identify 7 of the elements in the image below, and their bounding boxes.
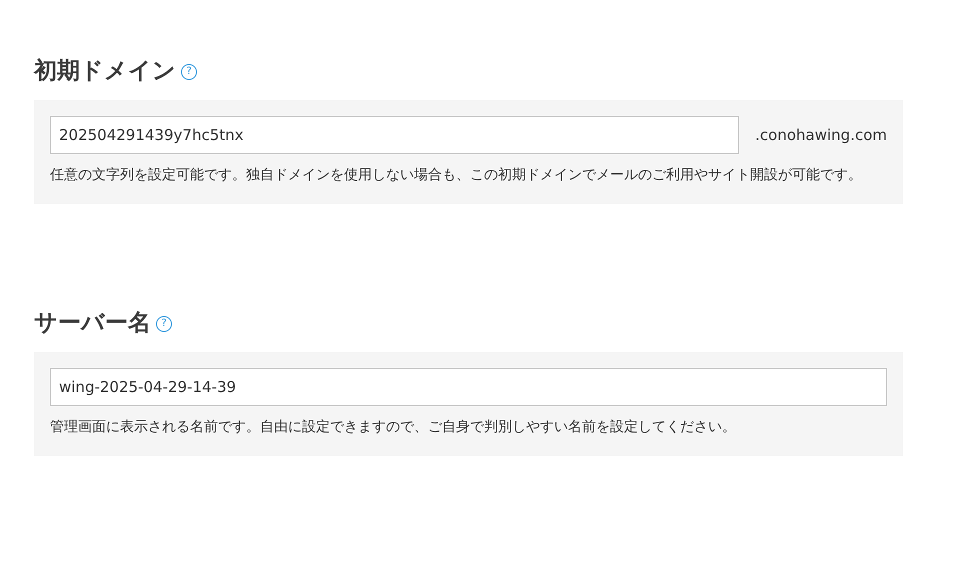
section-title: 初期ドメイン bbox=[34, 56, 176, 86]
input-field[interactable]: 202504291439y7hc5tnx bbox=[50, 116, 740, 154]
field-description: 管理画面に表示される名前です。自由に設定できますので、ご自身で判別しやすい名前を設定してください。 bbox=[50, 418, 737, 437]
input-field[interactable]: wing-2025-04-29-14-39 bbox=[50, 368, 887, 406]
section-title: サーバー名 bbox=[34, 308, 151, 338]
domain-suffix: .conohawing.com bbox=[755, 126, 887, 144]
field-description: 任意の文字列を設定可能です。独自ドメインを使用しない場合も、この初期ドメインでメールのご利用やサイト開設が可能です。 bbox=[50, 166, 863, 185]
